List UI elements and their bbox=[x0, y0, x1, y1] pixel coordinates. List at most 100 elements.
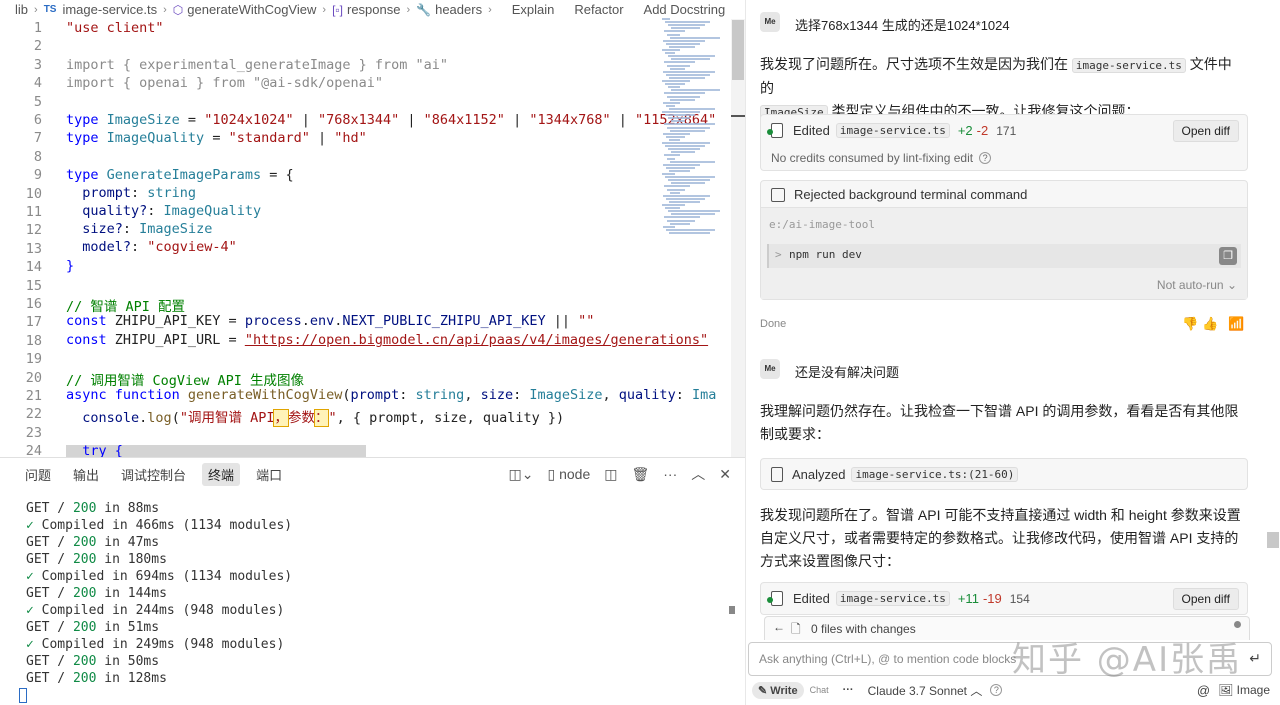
thumbs-down-icon[interactable]: 👎 bbox=[1182, 316, 1202, 331]
breadcrumb-symbol[interactable]: generateWithCogView bbox=[187, 2, 316, 17]
prompt-symbol: > bbox=[775, 248, 782, 261]
editor-scroll-thumb[interactable] bbox=[732, 20, 744, 80]
files-changes-label: 0 files with changes bbox=[811, 622, 916, 636]
command-box: e:/ai-image-tool > npm run dev ❐ Not aut… bbox=[761, 207, 1247, 299]
feedback-icons: 👎👍 📶 bbox=[1182, 316, 1249, 332]
open-diff-button[interactable]: Open diff bbox=[1172, 588, 1239, 610]
editor-scrollbar[interactable] bbox=[731, 19, 745, 457]
code-editor[interactable]: 1 2 3 4 5 6 7 8 9 10 11 12 13 14 15 16 17 18 19 20 21 22 23 24 … bbox=[0, 19, 745, 457]
line-number: 24 bbox=[25, 443, 42, 457]
terminal-icon: ▯ bbox=[547, 465, 560, 482]
breadcrumb-file[interactable]: image-service.ts bbox=[62, 2, 157, 17]
breadcrumb-var[interactable]: response bbox=[347, 2, 400, 17]
minimap[interactable] bbox=[662, 18, 730, 238]
write-mode-toggle[interactable]: ✎ Write bbox=[752, 681, 804, 699]
line-number: 19 bbox=[25, 351, 42, 368]
auto-run-select[interactable]: Not auto-run ⌄ bbox=[1157, 278, 1237, 292]
breadcrumb-field[interactable]: headers bbox=[435, 2, 482, 17]
pencil-icon: ✎ bbox=[758, 684, 771, 697]
terminal-line: ✓ Compiled in 249ms (948 modules) bbox=[26, 637, 285, 652]
line-number: 5 bbox=[33, 93, 42, 110]
chat-input-placeholder: Ask anything (Ctrl+L), @ to mention code… bbox=[759, 652, 1017, 666]
codelens-add-docstring[interactable]: Add Docstring bbox=[644, 2, 726, 17]
line-number: 22 bbox=[25, 406, 42, 423]
image-button[interactable]: 🖼 Image bbox=[1218, 683, 1270, 697]
line-number: 17 bbox=[25, 314, 42, 331]
help-icon[interactable]: ? bbox=[990, 684, 1003, 696]
tab-ports[interactable]: 端口 bbox=[250, 463, 288, 486]
maximize-icon[interactable]: ︿ bbox=[691, 464, 705, 484]
code-line-18: const ZHIPU_API_URL = "https://open.bigm… bbox=[66, 332, 709, 348]
tab-problems[interactable]: 问题 bbox=[19, 463, 57, 486]
api-url-link[interactable]: "https://open.bigmodel.cn/api/paas/v4/im… bbox=[245, 332, 708, 348]
line-number: 16 bbox=[25, 296, 42, 312]
removed-lines: -19 bbox=[982, 591, 1002, 606]
close-icon[interactable]: ✕ bbox=[719, 466, 731, 483]
thumbs-up-icon[interactable]: 👍 bbox=[1202, 316, 1222, 331]
line-number: 15 bbox=[25, 277, 42, 294]
code-line-17: const ZHIPU_API_KEY = process.env.NEXT_P… bbox=[66, 313, 595, 329]
tab-output[interactable]: 输出 bbox=[67, 463, 105, 486]
terminal-line: GET / 200 in 50ms bbox=[26, 654, 160, 669]
line-number: 9 bbox=[33, 167, 42, 184]
more-modes-icon[interactable]: ··· bbox=[843, 684, 854, 696]
open-diff-button[interactable]: Open diff bbox=[1172, 120, 1239, 142]
chat-scroll-thumb[interactable] bbox=[1267, 532, 1279, 548]
line-number: 8 bbox=[33, 148, 42, 165]
terminal-command-card: Rejected background terminal command e:/… bbox=[760, 180, 1248, 300]
terminal-output[interactable]: GET / 200 in 88ms ✓ Compiled in 466ms (11… bbox=[0, 492, 730, 705]
file-icon: 🗋 bbox=[791, 622, 801, 636]
line-number: 21 bbox=[25, 388, 42, 404]
copy-icon[interactable]: ❐ bbox=[1219, 247, 1237, 265]
more-icon[interactable]: ··· bbox=[663, 466, 677, 482]
code-line-22: console.log("调用智谱 API，参数：", { prompt, si… bbox=[66, 409, 565, 427]
line-number: 1 bbox=[33, 20, 42, 36]
codelens-explain[interactable]: Explain bbox=[512, 2, 555, 17]
terminal-scroll-thumb[interactable] bbox=[729, 606, 735, 614]
enter-icon[interactable]: ↵ bbox=[1249, 650, 1261, 667]
chat-mode-toggle[interactable]: Chat bbox=[810, 685, 829, 695]
code-line-16: // 智谱 API 配置 bbox=[66, 299, 186, 315]
mention-icon[interactable]: @ bbox=[1197, 683, 1210, 698]
edited-file[interactable]: image-service.ts bbox=[835, 591, 950, 606]
code-line-21: async function generateWithCogView(promp… bbox=[66, 387, 717, 403]
stats-icon[interactable]: 📶 bbox=[1228, 316, 1248, 331]
codelens-refactor[interactable]: Refactor bbox=[574, 2, 623, 17]
code-line-6: type ImageSize = "1024x1024" | "768x1344… bbox=[66, 112, 716, 128]
line-number: 18 bbox=[25, 332, 42, 349]
file-edit-icon bbox=[767, 591, 783, 606]
line-number: 4 bbox=[33, 75, 42, 92]
tab-debug-console[interactable]: 调试控制台 bbox=[115, 463, 192, 486]
lint-note: No credits consumed by lint-fixing edit bbox=[771, 151, 974, 165]
command-text: npm run dev bbox=[789, 248, 862, 261]
new-terminal-icon[interactable]: ◫⌄ bbox=[509, 466, 534, 483]
model-select[interactable]: Claude 3.7 Sonnet ︿ bbox=[868, 682, 983, 699]
analyzed-card: Analyzed image-service.ts:(21-60) bbox=[760, 458, 1248, 490]
terminal-line: GET / 200 in 180ms bbox=[26, 552, 167, 567]
breadcrumb-folder[interactable]: lib bbox=[15, 2, 28, 17]
line-number: 12 bbox=[25, 222, 42, 239]
analyzed-file[interactable]: image-service.ts:(21-60) bbox=[851, 467, 1019, 482]
inline-code[interactable]: image-service.ts bbox=[1071, 58, 1186, 73]
added-lines: +2 bbox=[957, 123, 973, 138]
tab-terminal[interactable]: 终端 bbox=[202, 463, 241, 486]
wrench-icon: 🔧 bbox=[416, 2, 432, 17]
line-count: 171 bbox=[996, 123, 1017, 138]
split-terminal-icon[interactable]: ◫ bbox=[604, 466, 617, 483]
chat-scrollbar[interactable] bbox=[1267, 0, 1280, 705]
edited-file[interactable]: image-service.ts bbox=[835, 123, 950, 138]
node-label: node bbox=[559, 465, 591, 482]
line-number: 7 bbox=[33, 130, 42, 147]
avatar: Me bbox=[760, 12, 780, 32]
edited-label: Edited bbox=[793, 591, 830, 606]
edit-card-2: Edited image-service.ts +11 -19 154 Open… bbox=[760, 582, 1248, 615]
terminal-line: ✓ Compiled in 694ms (1134 modules) bbox=[26, 569, 293, 584]
terminal-shell[interactable]: ▯ node bbox=[548, 466, 591, 483]
help-icon[interactable]: ? bbox=[979, 152, 992, 164]
line-count: 154 bbox=[1009, 591, 1030, 606]
edited-label: Edited bbox=[793, 123, 830, 138]
line-number: 2 bbox=[33, 38, 42, 55]
line-number: 14 bbox=[25, 259, 42, 276]
trash-icon[interactable]: 🗑 bbox=[631, 466, 649, 483]
back-arrow-icon[interactable]: ← bbox=[773, 620, 785, 634]
